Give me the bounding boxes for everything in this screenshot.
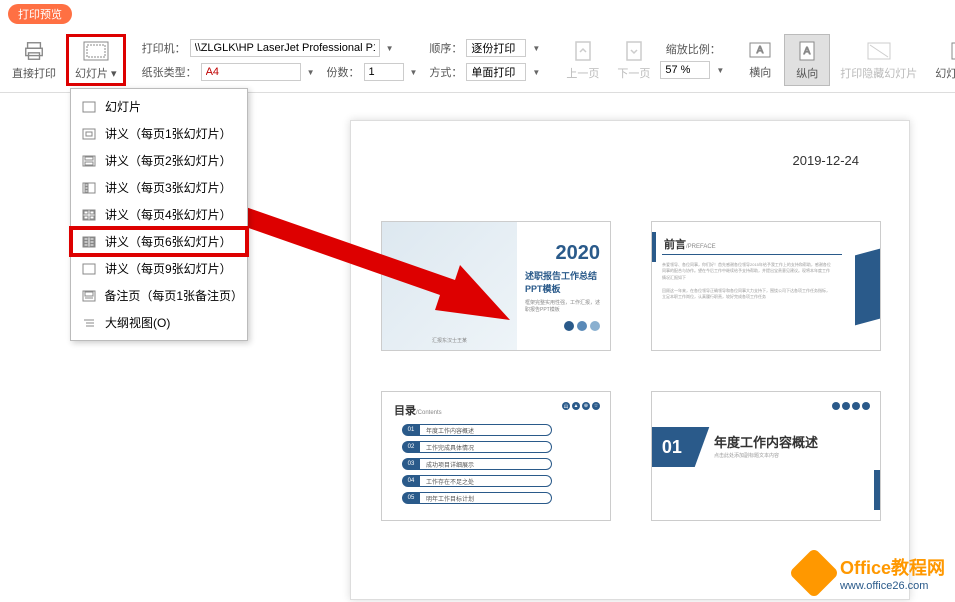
prev-page-button[interactable]: 上一页	[558, 35, 607, 85]
prev-page-label: 上一页	[566, 65, 599, 81]
watermark-title: Office教程网	[840, 554, 945, 580]
svg-text:A: A	[757, 45, 764, 56]
copies-label: 份数：	[327, 64, 360, 80]
ribbon-toolbar: 直接打印 幻灯片 ▾ 打印机： ▼ 纸张类型： ▼ 份数： ▼ 顺序： ▼ 方式…	[0, 28, 955, 93]
print-hidden-label: 打印隐藏幻灯片	[840, 65, 917, 81]
slide-mode-label: 幻灯片 ▾	[75, 65, 117, 81]
layout-h3-icon	[81, 180, 97, 196]
slide4-title: 年度工作内容概述	[714, 432, 818, 451]
printer-select[interactable]	[190, 39, 380, 57]
slide4-sub: 点击此处添加副标题文本内容	[714, 452, 779, 459]
slide-mode-button[interactable]: 幻灯片 ▾	[66, 34, 126, 86]
printer-icon	[20, 39, 48, 63]
printer-dropdown-arrow[interactable]: ▼	[384, 44, 396, 53]
slide1-footer: 汇报东汉士王某	[432, 337, 467, 344]
direct-print-label: 直接打印	[12, 65, 56, 81]
watermark-url: www.office26.com	[840, 580, 945, 592]
menu-item-outline[interactable]: 大纲视图(O)	[71, 309, 247, 336]
zoom-input[interactable]	[660, 61, 710, 79]
border-icon: +	[949, 39, 955, 63]
direct-print-button[interactable]: 直接打印	[4, 35, 64, 85]
slide1-sub: 框架完整实用性强，工作汇报，述职报告PPT模板	[525, 299, 600, 313]
portrait-button[interactable]: A 纵向	[784, 34, 830, 86]
slide-thumbnail-2: 前言/PREFACE 亲爱领导、各位同事，你们好！首先感谢各位领导2015年给予…	[651, 221, 881, 351]
menu-item-handout-2[interactable]: 讲义（每页2张幻灯片）	[71, 147, 247, 174]
layout-outline-icon	[81, 315, 97, 331]
mode-dropdown-arrow[interactable]: ▼	[530, 68, 542, 77]
slide4-num: 01	[662, 437, 682, 458]
menu-label: 备注页（每页1张备注页）	[104, 287, 237, 304]
layout-h2-icon	[81, 153, 97, 169]
watermark-icon	[789, 548, 840, 599]
menu-item-handout-3[interactable]: 讲义（每页3张幻灯片）	[71, 174, 247, 201]
slide2-title: 前言/PREFACE	[664, 236, 716, 252]
layout-h6-icon	[81, 234, 97, 250]
landscape-button[interactable]: A 横向	[738, 34, 782, 86]
hidden-slide-icon	[865, 39, 893, 63]
print-hidden-button[interactable]: 打印隐藏幻灯片	[832, 35, 925, 85]
menu-label: 讲义（每页4张幻灯片）	[105, 206, 232, 223]
next-page-label: 下一页	[617, 65, 650, 81]
menu-label: 讲义（每页1张幻灯片）	[105, 125, 232, 142]
slide2-body: 亲爱领导、各位同事，你们好！首先感谢各位领导2015年给予我工作上的支持和帮助，…	[662, 262, 832, 300]
layout-h4-icon	[81, 207, 97, 223]
menu-item-handout-6[interactable]: 讲义（每页6张幻灯片）	[69, 226, 249, 257]
menu-item-handout-9[interactable]: 讲义（每页9张幻灯片）	[71, 255, 247, 282]
svg-text:A: A	[804, 46, 811, 57]
slide1-title: 述职报告工作总结PPT模板	[525, 269, 600, 295]
layout-h1-icon	[81, 126, 97, 142]
tab-badge: 打印预览	[8, 4, 72, 24]
watermark: Office教程网 www.office26.com	[796, 554, 945, 592]
order-label: 顺序：	[429, 40, 462, 56]
preview-date: 2019-12-24	[793, 153, 860, 168]
menu-item-notes[interactable]: 备注页（每页1张备注页）	[71, 282, 247, 309]
layout-notes-icon	[81, 288, 96, 304]
menu-label: 大纲视图(O)	[105, 314, 170, 331]
print-mode-label: 方式：	[429, 64, 462, 80]
annotation-arrow	[240, 190, 520, 330]
slide-border-label: 幻灯片加框	[935, 65, 955, 81]
zoom-dropdown-arrow[interactable]: ▼	[714, 66, 726, 75]
zoom-label: 缩放比例：	[666, 41, 721, 57]
landscape-icon: A	[746, 38, 774, 62]
page-up-icon	[569, 39, 597, 63]
paper-select[interactable]	[201, 63, 301, 81]
slide-thumbnail-3: 目录/Contents 山▲⊕☆ 01年度工作内容概述 02工作完成具体情况 0…	[381, 391, 611, 521]
slide1-year: 2020	[556, 242, 601, 265]
slide-thumbnail-4: 01 年度工作内容概述 点击此处添加副标题文本内容	[651, 391, 881, 521]
menu-item-handout-1[interactable]: 讲义（每页1张幻灯片）	[71, 120, 247, 147]
copies-input[interactable]	[364, 63, 404, 81]
landscape-label: 横向	[749, 64, 771, 80]
slide-border-button[interactable]: + 幻灯片加框	[927, 35, 955, 85]
menu-label: 讲义（每页2张幻灯片）	[105, 152, 232, 169]
page-down-icon	[620, 39, 648, 63]
slide-layout-dropdown: 幻灯片 讲义（每页1张幻灯片） 讲义（每页2张幻灯片） 讲义（每页3张幻灯片） …	[70, 88, 248, 341]
layout-h9-icon	[81, 261, 97, 277]
printer-label: 打印机：	[142, 40, 186, 56]
portrait-icon: A	[793, 39, 821, 63]
next-page-button[interactable]: 下一页	[609, 35, 658, 85]
copies-spinner[interactable]: ▼	[408, 68, 420, 77]
menu-label: 讲义（每页3张幻灯片）	[105, 179, 232, 196]
order-dropdown-arrow[interactable]: ▼	[530, 44, 542, 53]
menu-label: 讲义（每页9张幻灯片）	[105, 260, 232, 277]
menu-item-slide[interactable]: 幻灯片	[71, 93, 247, 120]
layout-1-icon	[81, 99, 97, 115]
paper-label: 纸张类型：	[142, 64, 197, 80]
portrait-label: 纵向	[796, 65, 818, 81]
slide3-title: 目录/Contents	[394, 402, 442, 418]
order-select[interactable]	[466, 39, 526, 57]
menu-label: 讲义（每页6张幻灯片）	[105, 233, 232, 250]
menu-item-handout-4[interactable]: 讲义（每页4张幻灯片）	[71, 201, 247, 228]
print-mode-select[interactable]	[466, 63, 526, 81]
slide-icon	[82, 39, 110, 63]
menu-label: 幻灯片	[105, 98, 141, 115]
paper-dropdown-arrow[interactable]: ▼	[305, 68, 317, 77]
